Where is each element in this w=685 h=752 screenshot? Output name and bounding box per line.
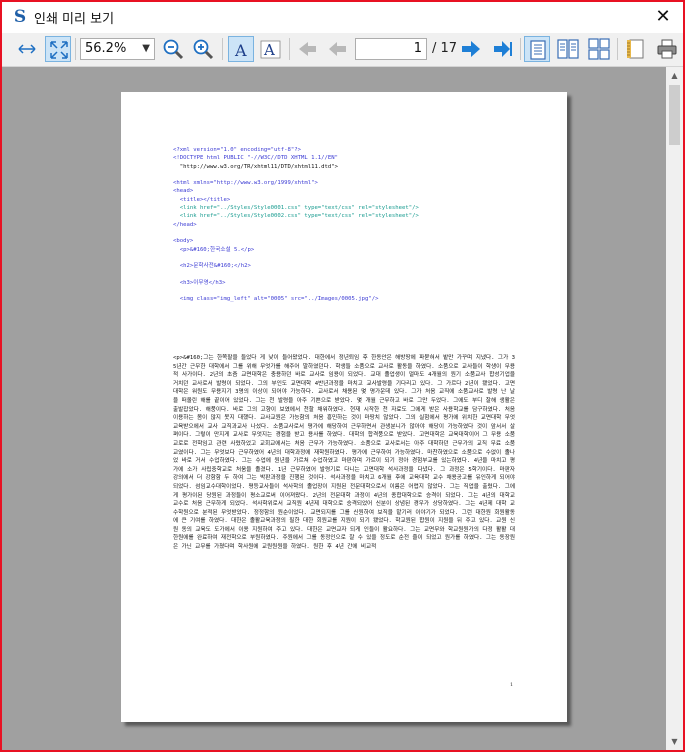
page-setup-icon — [627, 39, 644, 59]
print-icon — [657, 39, 677, 59]
toolbar-separator — [520, 38, 521, 60]
fit-page-button[interactable] — [45, 36, 71, 62]
chevron-down-icon: ▼ — [142, 43, 150, 54]
fit-page-icon — [50, 41, 68, 59]
last-page-icon — [494, 41, 512, 57]
preview-page: <?xml version="1.0" encoding="utf-8"?> <!… — [121, 92, 567, 722]
zoom-in-icon — [193, 39, 214, 60]
two-page-icon — [557, 39, 579, 59]
page-setup-button[interactable] — [623, 36, 649, 62]
zoom-in-button[interactable] — [190, 36, 216, 62]
font-style-outline-button[interactable]: A — [258, 36, 284, 62]
code-line: <html xmlns="http://www.w3.org/1999/xhtm… — [173, 180, 318, 187]
preview-area[interactable]: <?xml version="1.0" encoding="utf-8"?> <!… — [2, 67, 666, 750]
code-line: </head> — [173, 221, 197, 228]
four-page-view-button[interactable] — [586, 36, 612, 62]
toolbar-separator — [75, 38, 76, 60]
scroll-down-icon[interactable]: ▼ — [666, 733, 683, 750]
code-line: <link href="../Styles/Style0001.css" typ… — [173, 205, 419, 212]
window-title: 인쇄 미리 보기 — [34, 12, 115, 27]
toolbar: 56.2% ▼ A A 1 / 17 — [2, 33, 683, 67]
font-style-button[interactable]: A — [228, 36, 254, 62]
code-line: <p>&#160;한국소설 5.</p> — [173, 246, 255, 253]
svg-text:A: A — [234, 41, 247, 60]
page-number-input[interactable]: 1 — [355, 38, 427, 60]
prev-page-icon — [329, 42, 346, 56]
code-line: <title></title> — [173, 196, 231, 203]
first-page-button[interactable] — [294, 36, 320, 62]
two-page-view-button[interactable] — [555, 36, 581, 62]
scroll-up-icon[interactable]: ▲ — [666, 67, 683, 84]
fit-width-button[interactable] — [14, 36, 40, 62]
code-line: <body> — [173, 238, 194, 245]
four-page-icon — [588, 38, 610, 60]
font-style-a-icon: A — [234, 41, 247, 60]
font-style-a-outline-icon: A — [260, 40, 281, 59]
print-preview-window: S 인쇄 미리 보기 ✕ 56.2% ▼ A A 1 / 17 <?xml ve… — [0, 0, 685, 752]
code-line: <img class="img_left" alt="0005" src="..… — [173, 296, 379, 303]
fit-width-icon — [18, 44, 36, 54]
code-line: <?xml version="1.0" encoding="utf-8"?> — [173, 147, 301, 153]
toolbar-separator — [289, 38, 290, 60]
code-line: <head> — [173, 188, 194, 195]
code-block: <?xml version="1.0" encoding="utf-8"?> <!… — [173, 146, 513, 312]
zoom-out-icon — [163, 39, 184, 60]
code-line: <!DOCTYPE html PUBLIC "-//W3C//DTD XHTML… — [173, 155, 339, 162]
first-page-icon — [299, 42, 316, 56]
zoom-select[interactable]: 56.2% ▼ — [80, 38, 155, 60]
toolbar-separator — [222, 38, 223, 60]
app-logo-icon: S — [13, 7, 27, 27]
scroll-thumb[interactable] — [669, 85, 680, 145]
next-page-icon — [462, 41, 480, 57]
close-button[interactable]: ✕ — [643, 2, 683, 32]
next-page-button[interactable] — [458, 36, 484, 62]
code-line: "http://www.w3.org/TR/xhtml11/DTD/xhtml1… — [173, 163, 339, 170]
zoom-out-button[interactable] — [160, 36, 186, 62]
toolbar-separator — [617, 38, 618, 60]
last-page-button[interactable] — [490, 36, 516, 62]
title-bar: S 인쇄 미리 보기 ✕ — [2, 2, 683, 32]
vertical-scrollbar[interactable]: ▲ ▼ — [666, 67, 683, 750]
page-number-label: 1 — [510, 682, 514, 688]
code-line: <link href="../Styles/Style0002.css" typ… — [173, 213, 419, 220]
zoom-value: 56.2% — [85, 41, 127, 56]
code-line: <h2>문학사전&#160;</h2> — [173, 263, 251, 270]
svg-text:A: A — [263, 41, 275, 59]
code-line: <h3>이무영</h3> — [173, 279, 226, 286]
single-page-icon — [530, 40, 546, 60]
prev-page-button[interactable] — [324, 36, 350, 62]
page-paragraph: <p>&#160;그는 한쪽팔을 들었다 게 낯이 들어왔었다. 대한에서 정년… — [173, 355, 515, 551]
page-total: / 17 — [432, 41, 458, 56]
single-page-view-button[interactable] — [524, 36, 550, 62]
print-button[interactable] — [654, 36, 680, 62]
